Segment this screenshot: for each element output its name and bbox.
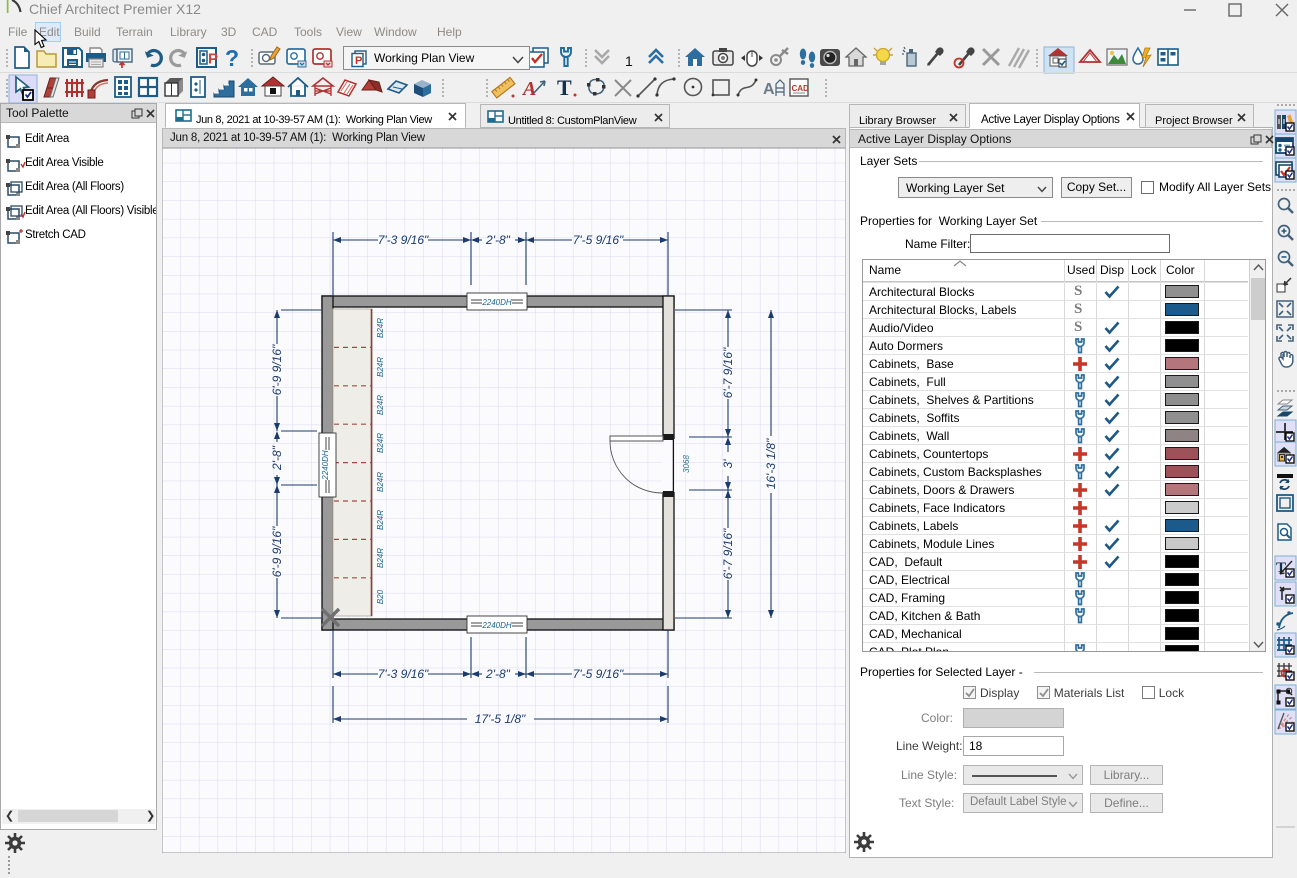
svg-text:7'-3 9/16": 7'-3 9/16": [378, 667, 429, 681]
svg-text:2'-8": 2'-8": [270, 445, 284, 471]
svg-text:7'-5 9/16": 7'-5 9/16": [573, 233, 624, 247]
svg-text:B20: B20: [376, 589, 385, 604]
svg-text:6'-7 9/16": 6'-7 9/16": [721, 528, 735, 579]
svg-text:?: ?: [225, 45, 239, 71]
svg-text:2'-8": 2'-8": [485, 667, 511, 681]
svg-text:B24R: B24R: [376, 395, 385, 415]
svg-text:B24R: B24R: [376, 548, 385, 568]
svg-text:6'-7 9/16": 6'-7 9/16": [721, 347, 735, 398]
svg-text:7'-3 9/16": 7'-3 9/16": [378, 233, 429, 247]
svg-text:P: P: [208, 51, 218, 68]
svg-text:B24R: B24R: [376, 472, 385, 492]
svg-text:2240DH: 2240DH: [481, 621, 512, 630]
svg-text:6'-9 9/16": 6'-9 9/16": [270, 526, 284, 577]
svg-text:17'-5 1/8": 17'-5 1/8": [475, 712, 526, 726]
svg-text:B24R: B24R: [376, 433, 385, 453]
svg-text:T: T: [557, 75, 572, 100]
svg-text:2240DH: 2240DH: [481, 298, 512, 307]
svg-text:A: A: [763, 81, 775, 98]
svg-text:A: A: [521, 78, 536, 100]
svg-text:P: P: [355, 55, 362, 67]
svg-text:2'-8": 2'-8": [485, 233, 511, 247]
svg-text:CAD: CAD: [792, 84, 810, 93]
svg-text:B24R: B24R: [376, 357, 385, 377]
svg-text:B24R: B24R: [376, 510, 385, 530]
svg-text:3': 3': [721, 459, 735, 469]
svg-text:B24R: B24R: [376, 318, 385, 338]
svg-text:1: 1: [625, 53, 633, 69]
svg-text:3068: 3068: [682, 455, 691, 473]
svg-text:7'-5 9/16": 7'-5 9/16": [573, 667, 624, 681]
svg-text:16'-3 1/8": 16'-3 1/8": [764, 438, 778, 489]
svg-text:6'-9 9/16": 6'-9 9/16": [270, 344, 284, 395]
svg-text:2240DH: 2240DH: [321, 450, 330, 481]
